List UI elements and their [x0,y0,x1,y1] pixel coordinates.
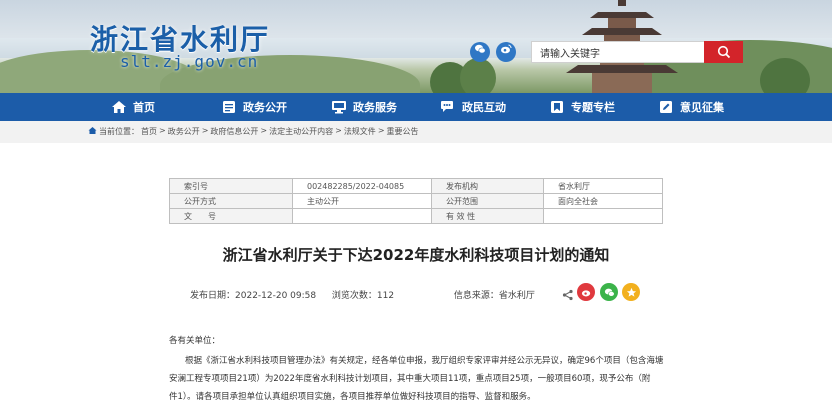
search-icon [717,45,730,59]
meta-value: 省水利厅 [543,178,663,194]
source-value: 省水利厅 [498,291,535,301]
body-paragraph-line: 安澜工程专项项目21项）为2022年度省水利科技计划项目，其中重大项目11项，重… [169,374,651,384]
nav-item-government-affairs[interactable]: 政务公开 [221,93,287,121]
nav-item-label: 政民互动 [462,101,506,114]
nav-item-special-topics[interactable]: 专题专栏 [549,93,615,121]
breadcrumb-prefix: 当前位置： [99,127,139,136]
table-row: 公开方式 主动公开 公开范围 面向全社会 [169,193,663,209]
meta-key: 有 效 性 [431,208,544,224]
breadcrumb: 当前位置： 首页 > 政务公开 > 政府信息公开 > 法定主动公开内容 > 法规… [88,126,419,137]
article-title: 浙江省水利厅关于下达2022年度水利科技项目计划的通知 [222,246,610,264]
breadcrumb-separator: > [335,126,342,135]
document-meta-table: 索引号 002482285/2022-04085 发布机构 省水利厅 公开方式 … [169,178,663,224]
home-icon [111,100,127,114]
main-nav: 首页 政务公开 政务服务 政民互动 专题专栏 意见征集 [0,93,832,121]
meta-value [543,208,663,224]
breadcrumb-separator: > [201,126,209,135]
wechat-icon[interactable] [470,42,490,62]
meta-key: 索引号 [169,178,293,194]
search-box [531,41,743,65]
share-qzone-icon[interactable] [622,283,640,301]
breadcrumb-item[interactable]: 政府信息公开 [210,126,258,137]
breadcrumb-separator: > [260,126,268,135]
weibo-icon[interactable] [496,42,516,62]
nav-item-label: 专题专栏 [571,101,615,114]
share-icon[interactable] [562,286,574,305]
nav-item-feedback[interactable]: 意见征集 [658,93,724,121]
meta-value: 面向全社会 [543,193,663,209]
site-domain: slt.zj.gov.cn [120,52,259,71]
meta-value [292,208,432,224]
breadcrumb-bar: 当前位置： 首页 > 政务公开 > 政府信息公开 > 法定主动公开内容 > 法规… [0,121,832,143]
publication-info: 发布日期：2022-12-20 09:58 浏览次数：112 信息来源：省水利厅 [190,288,535,301]
breadcrumb-separator: > [377,126,385,135]
location-icon [88,126,97,137]
salutation: 各有关单位： [169,336,221,346]
body-paragraph-line: 件1）。请各项目承担单位认真组织项目实施，各项目推荐单位做好科技项目的指导、监督… [169,392,536,402]
nav-item-label: 政务公开 [243,101,287,114]
breadcrumb-item[interactable]: 法定主动公开内容 [269,126,333,137]
view-count: 112 [376,291,395,301]
breadcrumb-item[interactable]: 首页 [141,126,157,137]
header-banner: 浙江省水利厅 slt.zj.gov.cn [0,0,832,93]
search-button[interactable] [704,41,743,63]
meta-value: 002482285/2022-04085 [292,178,432,194]
nav-item-interaction[interactable]: 政民互动 [440,93,506,121]
meta-value: 主动公开 [292,193,432,209]
nav-item-label: 政务服务 [353,101,397,114]
banner-tree [460,58,496,93]
meta-key: 发布机构 [431,178,544,194]
share-weibo-icon[interactable] [577,283,595,301]
breadcrumb-separator: > [159,126,166,135]
breadcrumb-item[interactable]: 重要公告 [387,126,419,137]
body-paragraph-line: 根据《浙江省水利科技项目管理办法》有关规定，经各单位申报，我厅组织专家评审并经公… [185,356,664,366]
edit-icon [658,100,674,114]
date-label: 发布日期： [190,291,236,301]
nav-item-services[interactable]: 政务服务 [331,93,397,121]
breadcrumb-item[interactable]: 法规文件 [344,126,376,137]
meta-key: 文 号 [169,208,293,224]
meta-key: 公开方式 [169,193,293,209]
share-wechat-icon[interactable] [600,283,618,301]
chat-icon [440,100,456,114]
meta-key: 公开范围 [431,193,544,209]
source-label: 信息来源： [453,291,499,301]
table-row: 索引号 002482285/2022-04085 发布机构 省水利厅 [169,178,663,194]
document-icon [221,100,237,114]
publish-date: 2022-12-20 09:58 [235,291,317,301]
nav-item-label: 首页 [133,101,155,114]
breadcrumb-item[interactable]: 政务公开 [168,126,200,137]
views-label: 浏览次数： [331,291,377,301]
bookmark-icon [549,100,565,114]
table-row: 文 号 有 效 性 [169,208,663,224]
monitor-icon [331,100,347,114]
search-input[interactable] [532,44,718,65]
nav-item-label: 意见征集 [680,101,724,114]
nav-item-home[interactable]: 首页 [111,93,155,121]
